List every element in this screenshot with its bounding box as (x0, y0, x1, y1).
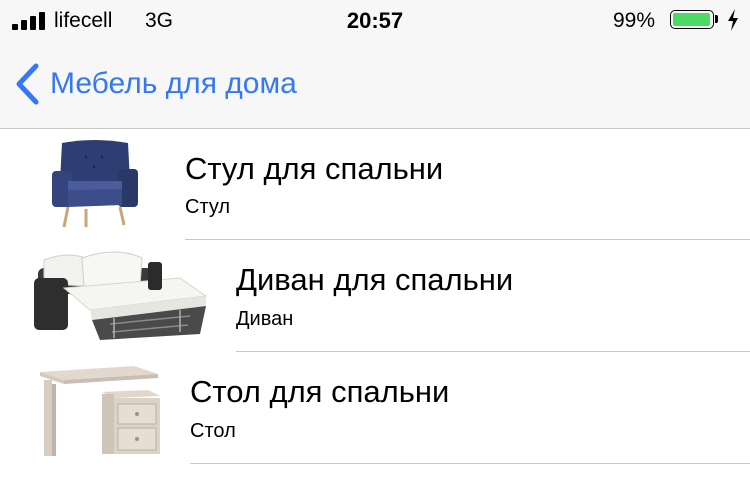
list-item[interactable]: Стол для спальни Стол (0, 352, 750, 464)
item-title: Стол для спальни (190, 374, 450, 409)
navigation-bar: Мебель для дома (0, 40, 750, 129)
charging-bolt-icon (728, 9, 738, 31)
chevron-left-icon (16, 63, 39, 105)
item-subtitle: Стол (190, 420, 236, 442)
armchair-icon (52, 140, 138, 228)
row-separator (190, 463, 750, 464)
item-title: Диван для спальни (236, 262, 514, 297)
desk-icon (40, 366, 160, 456)
battery-percent: 99% (613, 9, 656, 32)
item-subtitle: Диван (236, 308, 294, 330)
battery-fill (673, 13, 710, 26)
item-title: Стул для спальни (185, 151, 444, 186)
back-button[interactable]: Мебель для дома (14, 62, 297, 106)
list-item[interactable]: Диван для спальни Диван (0, 240, 750, 352)
furniture-list: Стул для спальни Стул Диван для спальни (0, 129, 750, 464)
back-label: Мебель для дома (50, 67, 297, 100)
battery-icon (670, 10, 714, 29)
sofa-bed-icon (34, 251, 208, 340)
item-subtitle: Стул (185, 196, 231, 218)
status-bar: lifecell 3G 20:57 99% (0, 0, 750, 40)
list-item[interactable]: Стул для спальни Стул (0, 129, 750, 240)
battery-cap (715, 15, 718, 23)
